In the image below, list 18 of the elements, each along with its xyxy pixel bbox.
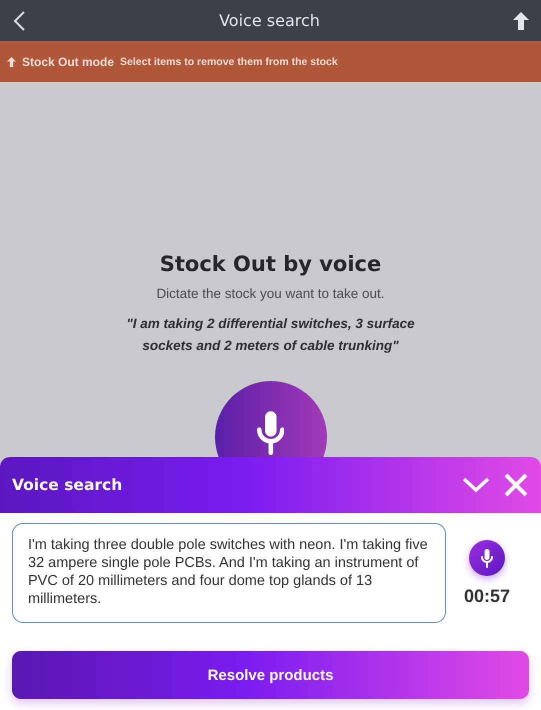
microphone-button[interactable] [469, 540, 506, 576]
header-title: Voice search [219, 11, 320, 30]
upload-button[interactable] [513, 12, 529, 30]
intro-title: Stock Out by voice [160, 252, 382, 276]
microphone-icon [256, 409, 284, 455]
arrow-up-icon [7, 56, 16, 66]
intro-subtitle: Dictate the stock you want to take out. [156, 286, 385, 301]
mode-label: Stock Out mode [22, 54, 114, 68]
recording-timer: 00:57 [464, 586, 510, 606]
mode-hint: Select items to remove them from the stock [120, 56, 338, 68]
close-button[interactable] [504, 473, 528, 497]
back-button[interactable] [12, 10, 26, 32]
panel-title: Voice search [12, 476, 122, 494]
transcript-field[interactable]: I'm taking three double pole switches with neon. I'm taking five 32 ampere single pole PCBs. And I'm taking an instrument of PVC of 20 millimeters and four dome top glands of 13 millimeters. [12, 523, 446, 623]
microphone-icon [481, 548, 494, 568]
collapse-button[interactable] [462, 477, 490, 493]
resolve-products-button[interactable]: Resolve products [12, 651, 529, 699]
example-quote: "I am taking 2 differential switches, 3 surface sockets and 2 meters of cable trunking" [125, 315, 416, 355]
